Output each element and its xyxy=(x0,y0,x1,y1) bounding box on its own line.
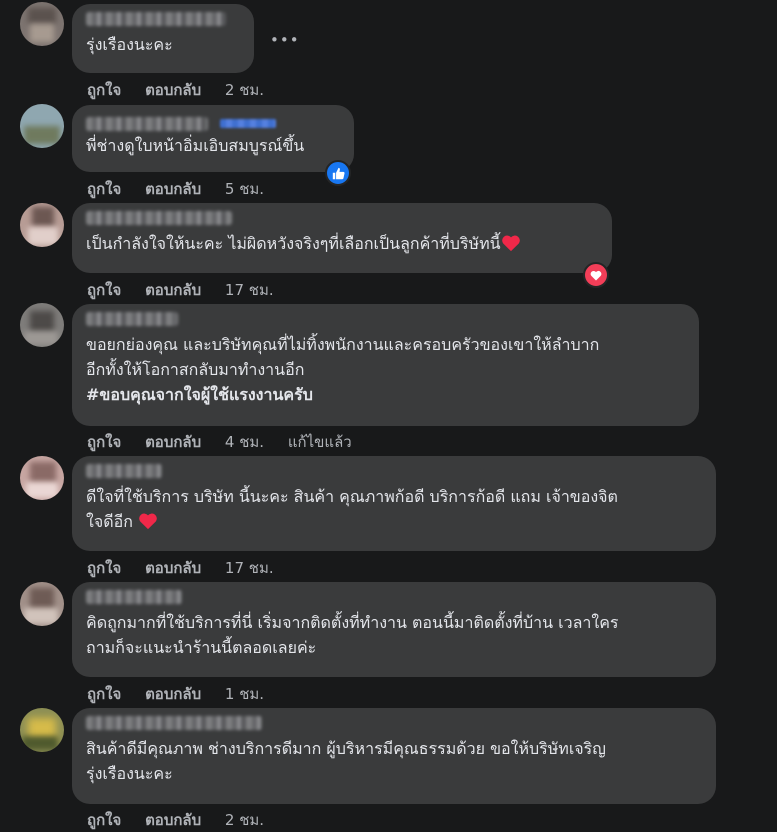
reply-button[interactable]: ตอบกลับ xyxy=(145,559,201,577)
heart-emoji-icon xyxy=(501,235,520,252)
comment-text: สินค้าดีมีคุณภาพ ช่างบริการดีมาก ผู้บริห… xyxy=(86,739,606,783)
like-button[interactable]: ถูกใจ xyxy=(87,559,121,577)
like-button[interactable]: ถูกใจ xyxy=(87,433,121,451)
commenter-name[interactable] xyxy=(86,211,232,225)
avatar[interactable] xyxy=(20,708,64,752)
commenter-name[interactable] xyxy=(86,716,262,730)
reply-button[interactable]: ตอบกลับ xyxy=(145,281,201,299)
comment-actions: ถูกใจ ตอบกลับ 1 ชม. xyxy=(87,682,283,706)
reply-button[interactable]: ตอบกลับ xyxy=(145,81,201,99)
timestamp[interactable]: 17 ชม. xyxy=(225,559,274,577)
reply-button[interactable]: ตอบกลับ xyxy=(145,811,201,829)
commenter-name[interactable] xyxy=(86,464,162,478)
like-button[interactable]: ถูกใจ xyxy=(87,180,121,198)
comment-bubble: ขอยกย่องคุณ และบริษัทคุณที่ไม่ทิ้งพนักงา… xyxy=(72,304,699,426)
avatar[interactable] xyxy=(20,582,64,626)
comment-actions: ถูกใจ ตอบกลับ 4 ชม. แก้ไขแล้ว xyxy=(87,430,371,454)
comment-text: รุ่งเรืองนะคะ xyxy=(86,35,173,54)
like-button[interactable]: ถูกใจ xyxy=(87,281,121,299)
comment-text: คิดถูกมากที่ใช้บริการที่นี่ เริ่มจากติดต… xyxy=(86,613,619,657)
heart-emoji-icon xyxy=(139,513,157,530)
timestamp[interactable]: 17 ชม. xyxy=(225,281,274,299)
comment-bubble: เป็นกำลังใจให้นะคะ ไม่ผิดหวังจริงๆที่เลื… xyxy=(72,203,612,273)
commenter-name[interactable] xyxy=(86,312,178,326)
avatar[interactable] xyxy=(20,203,64,247)
comment-actions: ถูกใจ ตอบกลับ 17 ชม. xyxy=(87,556,293,580)
avatar[interactable] xyxy=(20,303,64,347)
comment-bubble: ดีใจที่ใช้บริการ บริษัท นี้นะคะ สินค้า ค… xyxy=(72,456,716,551)
timestamp[interactable]: 2 ชม. xyxy=(225,811,264,829)
like-reaction-icon[interactable] xyxy=(325,160,351,186)
edited-label: แก้ไขแล้ว xyxy=(287,433,352,451)
comment-text: ดีใจที่ใช้บริการ บริษัท นี้นะคะ สินค้า ค… xyxy=(86,487,618,531)
commenter-name[interactable] xyxy=(86,590,182,604)
more-options-icon[interactable]: ••• xyxy=(270,31,300,49)
comment-bubble: คิดถูกมากที่ใช้บริการที่นี่ เริ่มจากติดต… xyxy=(72,582,716,677)
timestamp[interactable]: 2 ชม. xyxy=(225,81,264,99)
timestamp[interactable]: 1 ชม. xyxy=(225,685,264,703)
comment-bubble: รุ่งเรืองนะคะ xyxy=(72,4,254,73)
comment-text: พี่ช่างดูใบหน้าอิ่มเอิบสมบูรณ์ขึ้น xyxy=(86,136,305,155)
commenter-name[interactable] xyxy=(86,12,226,26)
avatar[interactable] xyxy=(20,104,64,148)
comment-actions: ถูกใจ ตอบกลับ 5 ชม. xyxy=(87,177,283,201)
timestamp[interactable]: 5 ชม. xyxy=(225,180,264,198)
hashtag[interactable]: #ขอบคุณจากใจผู้ใช้แรงงานครับ xyxy=(86,385,313,404)
comment-actions: ถูกใจ ตอบกลับ 2 ชม. xyxy=(87,808,283,832)
comment-actions: ถูกใจ ตอบกลับ 2 ชม. xyxy=(87,78,283,102)
like-button[interactable]: ถูกใจ xyxy=(87,685,121,703)
comment-text: ขอยกย่องคุณ และบริษัทคุณที่ไม่ทิ้งพนักงา… xyxy=(86,335,600,404)
like-button[interactable]: ถูกใจ xyxy=(87,811,121,829)
comment-bubble: สินค้าดีมีคุณภาพ ช่างบริการดีมาก ผู้บริห… xyxy=(72,708,716,804)
comment-text: เป็นกำลังใจให้นะคะ ไม่ผิดหวังจริงๆที่เลื… xyxy=(86,231,598,256)
reply-button[interactable]: ตอบกลับ xyxy=(145,180,201,198)
comment-actions: ถูกใจ ตอบกลับ 17 ชม. xyxy=(87,278,293,302)
avatar[interactable] xyxy=(20,456,64,500)
timestamp[interactable]: 4 ชม. xyxy=(225,433,264,451)
commenter-name[interactable] xyxy=(86,113,340,131)
comment-bubble: พี่ช่างดูใบหน้าอิ่มเอิบสมบูรณ์ขึ้น xyxy=(72,105,354,172)
love-reaction-icon[interactable] xyxy=(583,262,609,288)
like-button[interactable]: ถูกใจ xyxy=(87,81,121,99)
avatar[interactable] xyxy=(20,2,64,46)
reply-button[interactable]: ตอบกลับ xyxy=(145,685,201,703)
reply-button[interactable]: ตอบกลับ xyxy=(145,433,201,451)
